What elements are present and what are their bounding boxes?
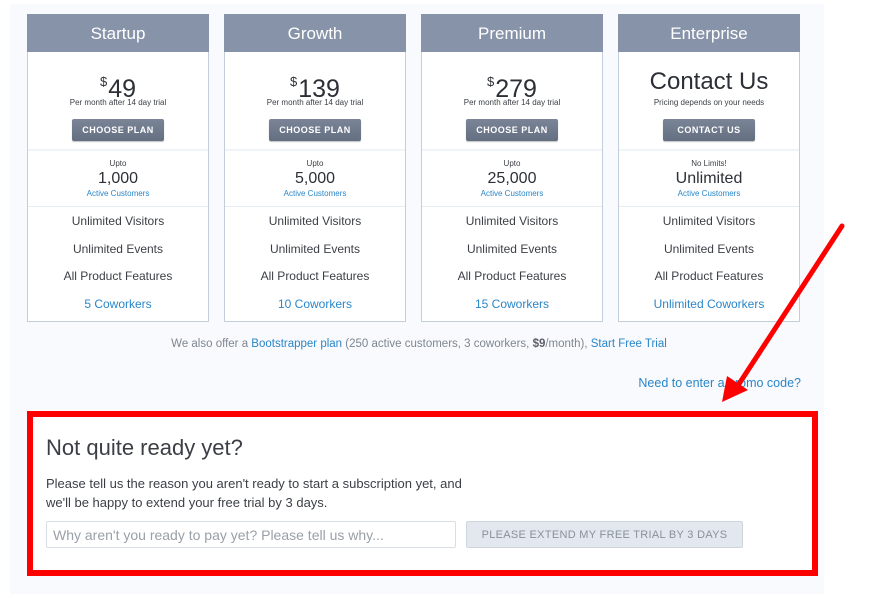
customer-limit: No Limits! Unlimited Active Customers <box>619 151 799 207</box>
feature-item: Unlimited Events <box>663 241 755 256</box>
price-note: Per month after 14 day trial <box>266 98 364 107</box>
not-ready-highlight-box: Not quite ready yet? Please tell us the … <box>27 411 818 576</box>
feature-item: Unlimited Events <box>269 241 361 256</box>
price-block: $279 Per month after 14 day trial CHOOSE… <box>422 52 602 151</box>
price-amount: Contact Us <box>649 68 769 95</box>
customer-limit-label: Active Customers <box>86 189 150 198</box>
bootstrapper-price: $9 <box>532 338 546 350</box>
plan-price: $139 <box>225 52 405 103</box>
customer-limit-label: Active Customers <box>480 189 544 198</box>
feature-list: Unlimited Visitors Unlimited Events All … <box>619 208 799 318</box>
contact-us-button[interactable]: CONTACT US <box>663 119 755 141</box>
customer-limit-prefix: No Limits! <box>691 159 727 168</box>
feature-list: Unlimited Visitors Unlimited Events All … <box>422 208 602 318</box>
plan-price: $49 <box>28 52 208 103</box>
reason-input[interactable] <box>46 521 456 548</box>
coworkers-link[interactable]: Unlimited Coworkers <box>619 291 799 319</box>
feature-item: All Product Features <box>63 269 173 283</box>
promo-code-link[interactable]: Need to enter a promo code? <box>638 376 801 390</box>
feature-item: Unlimited Visitors <box>465 214 559 228</box>
price-block: $139 Per month after 14 day trial CHOOSE… <box>225 52 405 151</box>
customer-limit-label: Active Customers <box>283 189 347 198</box>
customer-limit-prefix: Upto <box>109 159 127 168</box>
customer-limit: Upto 1,000 Active Customers <box>28 151 208 207</box>
customer-limit-value: Unlimited <box>675 170 743 187</box>
customer-limit-prefix: Upto <box>306 159 324 168</box>
feature-item: Unlimited Visitors <box>268 214 362 228</box>
feature-item: All Product Features <box>457 269 567 283</box>
plan-card-startup: Startup $49 Per month after 14 day trial… <box>27 14 209 322</box>
bootstrapper-prefix: We also offer a <box>171 338 252 350</box>
customer-limit-prefix: Upto <box>503 159 521 168</box>
currency-symbol: $ <box>99 74 108 89</box>
feature-item: All Product Features <box>654 269 764 283</box>
bootstrapper-period: /month), <box>545 338 591 350</box>
coworkers-link[interactable]: 5 Coworkers <box>28 291 208 319</box>
customer-limit: Upto 5,000 Active Customers <box>225 151 405 207</box>
currency-symbol: $ <box>290 74 298 89</box>
price-note: Per month after 14 day trial <box>463 98 561 107</box>
extend-trial-button[interactable]: PLEASE EXTEND MY FREE TRIAL BY 3 DAYS <box>466 521 743 548</box>
feature-item: Unlimited Events <box>72 241 164 256</box>
price-block: $49 Per month after 14 day trial CHOOSE … <box>28 52 208 151</box>
feature-item: Unlimited Visitors <box>662 214 756 228</box>
plan-card-premium: Premium $279 Per month after 14 day tria… <box>421 14 603 322</box>
start-free-trial-link[interactable]: Start Free Trial <box>591 338 667 350</box>
choose-plan-button-premium[interactable]: CHOOSE PLAN <box>466 119 558 141</box>
customer-limit-label: Active Customers <box>677 189 741 198</box>
feature-item: Unlimited Events <box>466 241 558 256</box>
feature-list: Unlimited Visitors Unlimited Events All … <box>28 208 208 318</box>
plan-name: Enterprise <box>618 14 800 52</box>
plan-name: Growth <box>224 14 406 52</box>
not-ready-description: Please tell us the reason you aren't rea… <box>46 476 462 510</box>
plan-card-growth: Growth $139 Per month after 14 day trial… <box>224 14 406 322</box>
coworkers-link[interactable]: 10 Coworkers <box>225 291 405 319</box>
currency-symbol: $ <box>487 74 495 89</box>
plan-price: Contact Us <box>619 52 799 96</box>
pricing-plans: Startup $49 Per month after 14 day trial… <box>27 14 811 324</box>
plan-name: Premium <box>421 14 603 52</box>
customer-limit-value: 5,000 <box>294 170 336 187</box>
choose-plan-button-startup[interactable]: CHOOSE PLAN <box>72 119 164 141</box>
plan-card-enterprise: Enterprise Contact Us Pricing depends on… <box>618 14 800 322</box>
plan-price: $279 <box>422 52 602 103</box>
choose-plan-button-growth[interactable]: CHOOSE PLAN <box>269 119 361 141</box>
customer-limit-value: 25,000 <box>487 170 537 187</box>
price-note: Per month after 14 day trial <box>69 98 167 107</box>
plan-name: Startup <box>27 14 209 52</box>
price-block: Contact Us Pricing depends on your needs… <box>619 52 799 151</box>
feature-item: All Product Features <box>260 269 370 283</box>
bootstrapper-plan-link[interactable]: Bootstrapper plan <box>251 338 342 350</box>
not-ready-title: Not quite ready yet? <box>46 435 243 460</box>
bootstrapper-offer: We also offer a Bootstrapper plan (250 a… <box>0 338 838 350</box>
bootstrapper-details: (250 active customers, 3 coworkers, <box>342 338 533 350</box>
price-note: Pricing depends on your needs <box>653 98 765 107</box>
feature-list: Unlimited Visitors Unlimited Events All … <box>225 208 405 318</box>
coworkers-link[interactable]: 15 Coworkers <box>422 291 602 319</box>
feature-item: Unlimited Visitors <box>71 214 165 228</box>
customer-limit: Upto 25,000 Active Customers <box>422 151 602 207</box>
customer-limit-value: 1,000 <box>97 170 139 187</box>
